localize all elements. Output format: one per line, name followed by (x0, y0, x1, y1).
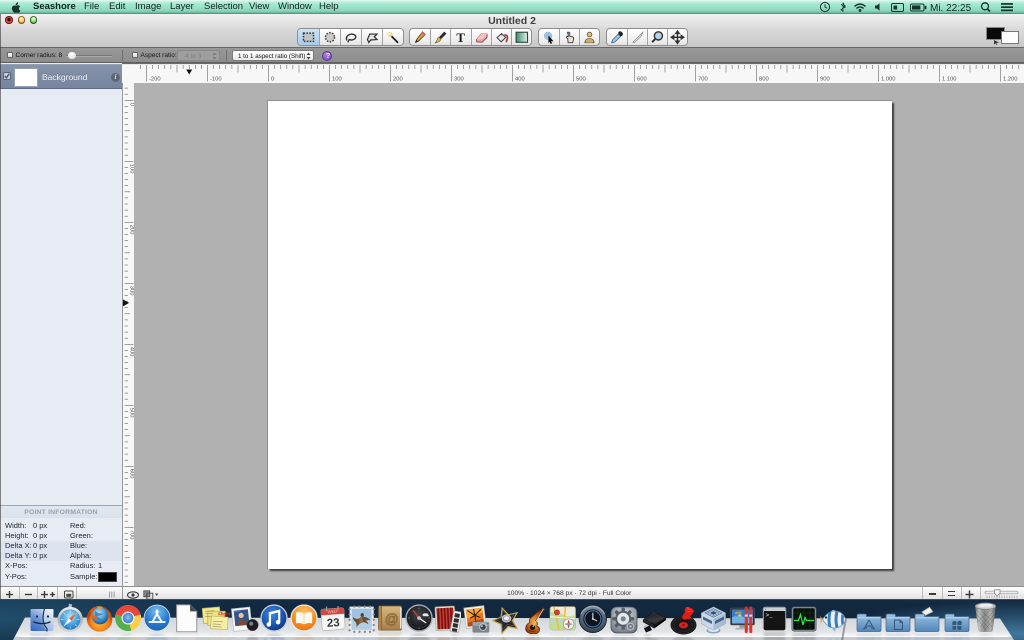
svg-text:300: 300 (129, 286, 135, 296)
svg-text:900: 900 (820, 77, 830, 83)
svg-text:600: 600 (637, 77, 647, 83)
svg-text:T: T (457, 30, 466, 44)
svg-text:-200: -200 (149, 77, 161, 83)
svg-text:200: 200 (129, 225, 135, 235)
svg-text:100: 100 (332, 77, 342, 83)
svg-text:-100: -100 (210, 77, 222, 83)
svg-text:23: 23 (326, 617, 340, 630)
svg-text:500: 500 (576, 77, 586, 83)
svg-text:300: 300 (454, 77, 464, 83)
svg-text:500: 500 (129, 408, 135, 418)
svg-text:>_: >_ (765, 612, 773, 619)
svg-text:@: @ (385, 611, 399, 626)
svg-text:Mi. 22:25: Mi. 22:25 (930, 3, 972, 13)
svg-text:700: 700 (698, 77, 708, 83)
svg-text:100: 100 (129, 164, 135, 174)
svg-text:400: 400 (515, 77, 525, 83)
svg-text:600: 600 (129, 469, 135, 479)
svg-text:800: 800 (759, 77, 769, 83)
svg-text:0: 0 (129, 103, 135, 106)
svg-text:0: 0 (271, 77, 274, 83)
svg-text:700: 700 (129, 530, 135, 540)
svg-text:200: 200 (393, 77, 403, 83)
svg-text:1.000: 1.000 (881, 77, 896, 83)
svg-text:400: 400 (129, 347, 135, 357)
svg-text:1.100: 1.100 (942, 77, 957, 83)
svg-text:Flight: Flight (218, 611, 230, 616)
svg-text:WED: WED (327, 609, 337, 615)
svg-text:1.200: 1.200 (1003, 77, 1018, 83)
